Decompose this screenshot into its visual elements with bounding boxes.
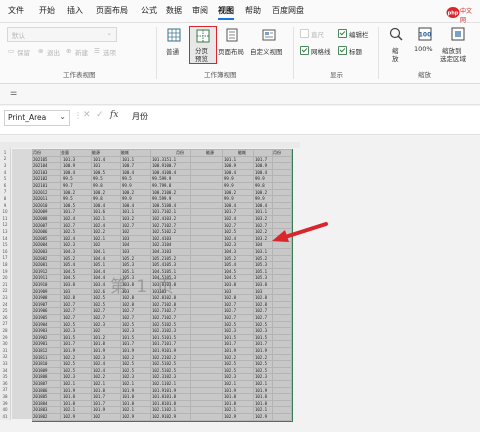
name-box[interactable]: Print_Area ⌄ [4,110,70,126]
normal-view-icon [167,28,181,42]
formula-bar-label: 编辑栏 [349,31,369,39]
svg-text:php: php [448,11,459,17]
custom-views-icon [262,29,276,41]
menu-review[interactable]: 审阅 [192,5,208,16]
magnifier-icon [389,27,403,41]
menu-home[interactable]: 开始 [39,5,55,16]
page-break-preview-icon [196,29,210,43]
svg-text:100: 100 [419,32,432,39]
ruler-label: 直尺 [311,31,324,39]
headings-check-icon [338,46,347,55]
menu-file[interactable]: 文件 [8,5,24,16]
zoom-group-label: 缩放 [418,71,431,79]
menu-formulas[interactable]: 公式 [141,5,157,16]
normal-view-button[interactable]: 普通 [162,26,186,62]
red-arrow-icon [272,222,328,242]
row-header-bar [0,148,11,420]
menu-view[interactable]: 视图 [218,5,234,16]
cancel-icon[interactable]: ✕ [83,110,91,120]
watermark-text: 中文网 [460,8,473,24]
name-box-value: Print_Area [8,113,47,122]
zoom-100-label: 100% [414,45,433,53]
php-watermark: php 中文网 [446,4,476,24]
ribbon-separator [293,27,294,79]
page-layout-view-button[interactable]: 页面布局 [218,26,248,62]
insert-function-icon[interactable]: fx [110,110,118,120]
view-ribbon: 默认 ⌄ ▭ 保留 ⊗ 退出 ⊕ 新建 ☰ 选项 工作表视图 普通 分页 预览 … [0,23,480,84]
menu-data[interactable]: 数据 [166,5,182,16]
quick-access-row: ⚌ [0,84,480,105]
zoom-button[interactable]: 缩 放 [384,26,408,64]
gridlines-check-icon [300,46,309,55]
options-label: 选项 [103,49,116,57]
sheet-view-value: 默认 [12,32,25,40]
custom-views-button[interactable]: 自定义视图 [250,26,288,62]
ribbon-separator [378,27,379,79]
active-tab-indicator [218,18,234,20]
zoom-to-selection-icon [451,27,465,41]
formula-content[interactable]: 月份 [132,111,148,122]
menu-bar: 文件 开始 插入 页面布局 公式 数据 审阅 视图 帮助 百度网盘 php 中文… [0,0,480,24]
ruler-check-icon [300,29,309,38]
gridlines-label: 网格线 [311,48,331,56]
headings-label: 标题 [349,48,362,56]
keep-icon: ▭ [8,47,15,55]
options-icon: ☰ [94,47,100,55]
zoom-label-2: 放 [392,55,399,63]
new-label: 新建 [75,49,88,57]
exit-label: 退出 [47,49,60,57]
exit-icon: ⊗ [38,47,44,55]
new-icon: ⊕ [66,47,72,55]
formula-bar-row: Print_Area ⌄ ⋮ ✕ ✓ fx 月份 [0,106,480,135]
workbook-views-group-label: 工作簿视图 [204,71,237,79]
menu-baidu-netdisk[interactable]: 百度网盘 [272,5,304,16]
menu-insert[interactable]: 插入 [67,5,83,16]
menu-help[interactable]: 帮助 [245,5,261,16]
page-break-preview-button[interactable]: 分页 预览 [189,26,217,64]
chevron-down-icon: ⌄ [106,29,112,37]
zoom-to-selection-button[interactable]: 缩放到 选定区域 [440,26,476,64]
sheet-view-group-label: 工作表视图 [63,71,96,79]
keep-label: 保留 [17,49,30,57]
page-break-preview-label-2: 预览 [195,55,208,63]
customize-quick-access-icon[interactable]: ⚌ [10,88,17,97]
column-header-bar [0,142,300,148]
page-layout-label: 页面布局 [218,48,244,56]
confirm-icon[interactable]: ✓ [96,110,104,120]
page-layout-icon [226,28,238,42]
zoom-100-icon: 100 [418,27,432,41]
zoom-100-button[interactable]: 100 100% [412,26,438,64]
menu-page-layout[interactable]: 页面布局 [96,5,128,16]
page-number-watermark: 第 1 页 [110,277,176,297]
show-group-label: 显示 [330,71,343,79]
formula-bar-check-icon [338,29,347,38]
ribbon-separator [156,27,157,79]
zoom-to-selection-label-2: 选定区域 [440,55,466,63]
chevron-down-icon[interactable]: ⌄ [59,112,66,121]
normal-view-label: 普通 [166,48,179,56]
sheet-view-dropdown[interactable]: 默认 ⌄ [7,27,117,42]
more-options-icon[interactable]: ⋮ [74,111,82,120]
custom-views-label: 自定义视图 [250,48,283,56]
